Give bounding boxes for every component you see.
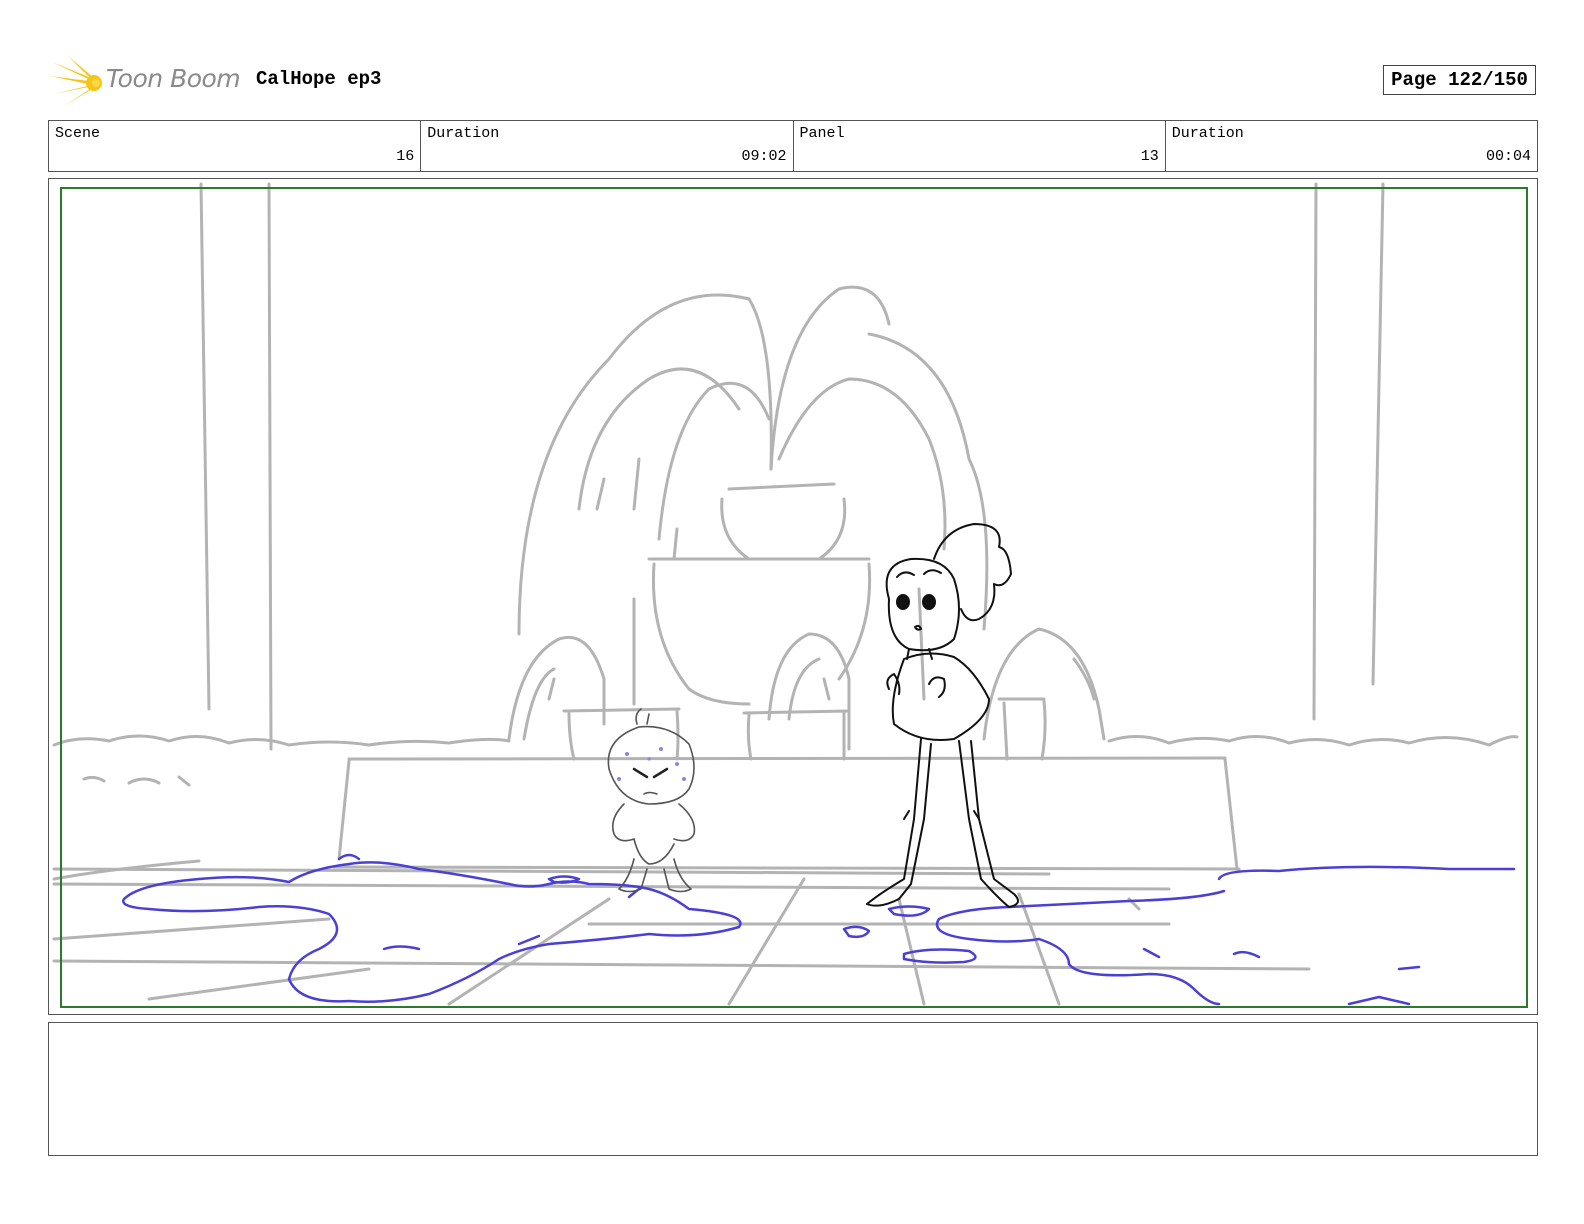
panel-duration-value: 00:04 <box>1485 148 1531 165</box>
kid-tears-sketch <box>617 747 686 781</box>
scene-duration-cell: Duration 09:02 <box>421 121 794 171</box>
panel-duration-cell: Duration 00:04 <box>1166 121 1537 171</box>
page-indicator: Page 122/150 <box>1383 65 1536 95</box>
panel-info-table: Scene 16 Duration 09:02 Panel 13 Duratio… <box>48 120 1538 172</box>
water-puddle-sketch <box>122 853 1516 1006</box>
scene-label: Scene <box>55 125 101 142</box>
panel-value: 13 <box>1140 148 1159 165</box>
scene-value: 16 <box>396 148 415 165</box>
project-title: CalHope ep3 <box>256 68 382 90</box>
panel-cell: Panel 13 <box>794 121 1166 171</box>
panel-duration-label: Duration <box>1171 125 1244 142</box>
girl-character-sketch <box>866 523 1019 908</box>
starburst-icon <box>50 56 102 106</box>
kid-character-sketch <box>607 708 696 893</box>
scene-cell: Scene 16 <box>49 121 422 171</box>
panel-sketch <box>52 182 1519 1006</box>
panel-label: Panel <box>799 125 845 142</box>
toon-boom-logo: Toon Boom <box>50 54 241 110</box>
logo-wordmark: Toon Boom <box>106 64 241 93</box>
storyboard-panel <box>48 178 1538 1015</box>
scene-duration-label: Duration <box>427 125 500 142</box>
scene-duration-value: 09:02 <box>741 148 787 165</box>
background-sketch <box>52 182 1519 1006</box>
panel-notes-box <box>48 1022 1538 1156</box>
